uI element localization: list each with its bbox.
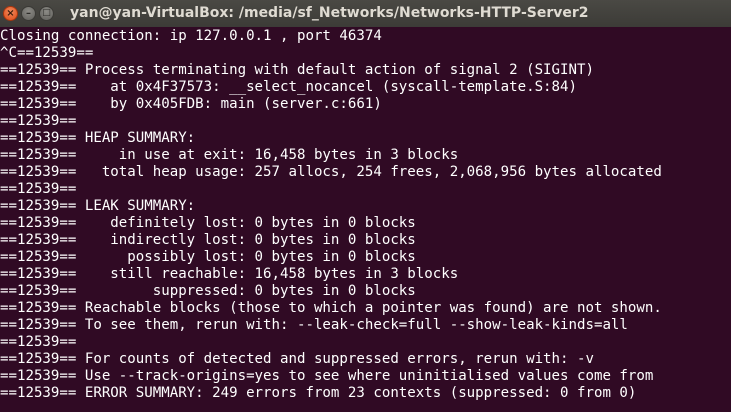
maximize-button[interactable]: □: [39, 6, 54, 21]
minimize-button[interactable]: –: [21, 6, 36, 21]
terminal-line: ==12539== total heap usage: 257 allocs, …: [0, 164, 662, 180]
close-icon: ×: [6, 7, 15, 19]
terminal-line: ==12539== suppressed: 0 bytes in 0 block…: [0, 283, 416, 299]
window-controls: × – □: [0, 6, 54, 21]
terminal-line: Closing connection: ip 127.0.0.1 , port …: [0, 28, 382, 44]
minimize-icon: –: [26, 7, 31, 19]
terminal-line: ==12539==: [0, 113, 77, 129]
terminal-line: ==12539==: [0, 181, 77, 197]
maximize-icon: □: [42, 8, 51, 18]
window-title: yan@yan-VirtualBox: /media/sf_Networks/N…: [70, 5, 589, 21]
terminal-line: ==12539== Process terminating with defau…: [0, 62, 594, 78]
close-button[interactable]: ×: [3, 6, 18, 21]
terminal-window: × – □ yan@yan-VirtualBox: /media/sf_Netw…: [0, 0, 731, 412]
title-bar[interactable]: × – □ yan@yan-VirtualBox: /media/sf_Netw…: [0, 0, 731, 27]
terminal-line: ==12539== LEAK SUMMARY:: [0, 198, 196, 214]
terminal-line: ==12539== Reachable blocks (those to whi…: [0, 300, 662, 316]
terminal-line: ==12539== by 0x405FDB: main (server.c:66…: [0, 96, 382, 112]
terminal-line: ==12539== possibly lost: 0 bytes in 0 bl…: [0, 249, 416, 265]
terminal-line: ^C==12539==: [0, 45, 94, 61]
terminal-line: ==12539== For counts of detected and sup…: [0, 351, 594, 367]
terminal-output[interactable]: Closing connection: ip 127.0.0.1 , port …: [0, 27, 731, 412]
terminal-line: ==12539== at 0x4F37573: __select_nocance…: [0, 79, 577, 95]
terminal-line: ==12539== definitely lost: 0 bytes in 0 …: [0, 215, 416, 231]
terminal-line: ==12539== HEAP SUMMARY:: [0, 130, 196, 146]
terminal-line: ==12539== still reachable: 16,458 bytes …: [0, 266, 459, 282]
terminal-line: ==12539== ERROR SUMMARY: 249 errors from…: [0, 385, 637, 401]
terminal-line: ==12539== To see them, rerun with: --lea…: [0, 317, 628, 333]
terminal-line: ==12539== Use --track-origins=yes to see…: [0, 368, 654, 384]
terminal-line: ==12539==: [0, 334, 77, 350]
terminal-line: ==12539== indirectly lost: 0 bytes in 0 …: [0, 232, 416, 248]
terminal-line: ==12539== in use at exit: 16,458 bytes i…: [0, 147, 459, 163]
